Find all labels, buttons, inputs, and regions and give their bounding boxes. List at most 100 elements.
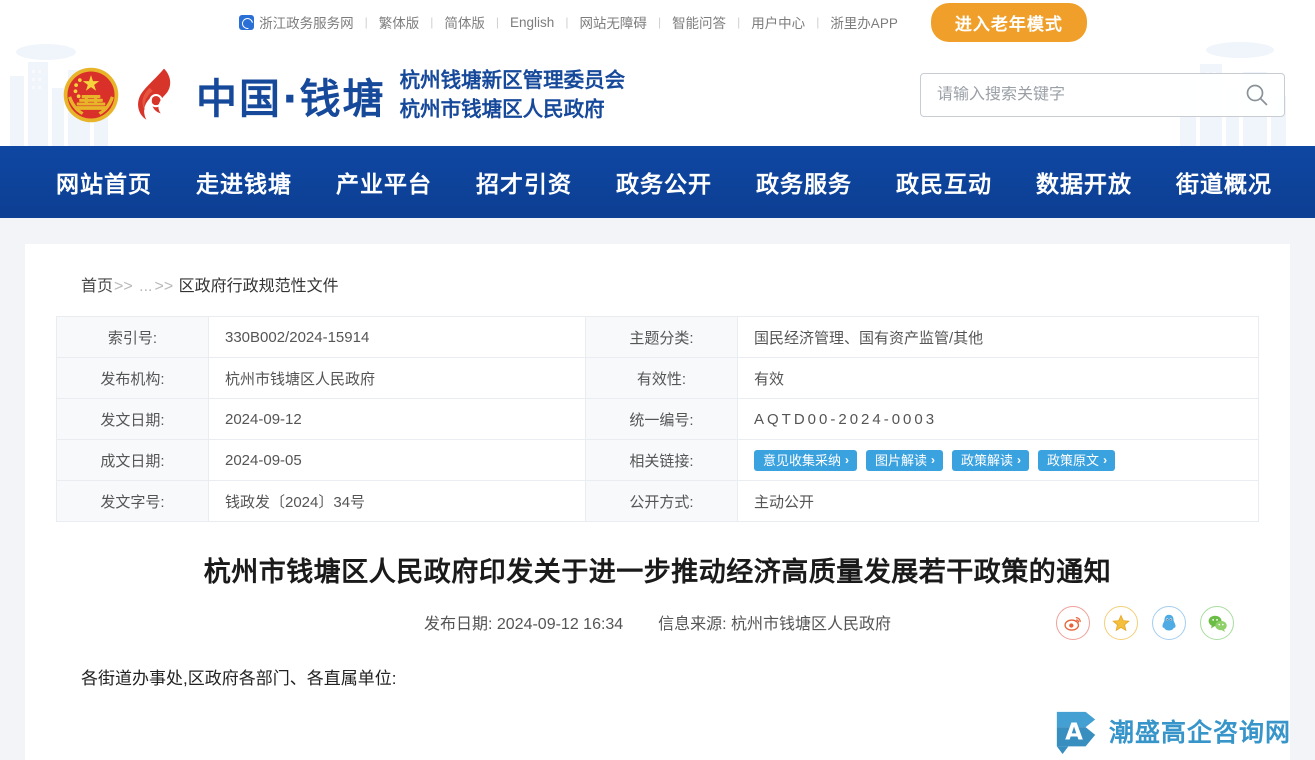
zhejiang-portal-label: 浙江政务服务网 (259, 16, 354, 31)
content-card: 首页>> ... >> 区政府行政规范性文件 索引号: 330B002/2024-… (25, 244, 1290, 760)
qiantang-flame-logo (138, 68, 171, 120)
badge-policy-original[interactable]: 政策原文 › (1038, 449, 1116, 471)
cell-label-issuing-agency: 发布机构: (56, 357, 209, 399)
nav-item-interaction[interactable]: 政民互动 (896, 159, 992, 205)
national-emblem-icon (63, 67, 119, 123)
article-body: 各街道办事处,区政府各部门、各直属单位: (25, 634, 1290, 696)
weibo-glyph (1064, 616, 1081, 631)
link-smart-qa[interactable]: 智能问答 (661, 12, 737, 32)
nav-item-gov-open[interactable]: 政务公开 (616, 159, 712, 205)
top-utility-bar: 浙江政务服务网 | 繁体版 | 简体版 | English | 网站无障碍 | … (0, 0, 1315, 44)
search-button[interactable] (1242, 82, 1272, 108)
breadcrumb-separator: >> (114, 278, 133, 295)
breadcrumb-separator: >> (154, 278, 174, 295)
favorite-star-icon[interactable] (1104, 606, 1138, 640)
document-info-table: 索引号: 330B002/2024-15914 主题分类: 国民经济管理、国有资… (56, 316, 1259, 522)
site-brand-title: 中国·钱塘 (196, 75, 386, 123)
cell-value-validity: 有效 (737, 357, 1259, 399)
link-simplified-chinese[interactable]: 简体版 (433, 12, 496, 32)
table-row: 发布机构: 杭州市钱塘区人民政府 有效性: 有效 (56, 357, 1259, 399)
link-english[interactable]: English (499, 15, 565, 30)
chevron-right-icon: › (845, 453, 850, 467)
page-root: 浙江政务服务网 | 繁体版 | 简体版 | English | 网站无障碍 | … (0, 0, 1315, 760)
share-icons (1056, 606, 1234, 640)
link-traditional-chinese[interactable]: 繁体版 (368, 12, 431, 32)
qq-icon[interactable] (1152, 606, 1186, 640)
badge-label: 意见收集采纳 (763, 452, 842, 468)
badge-label: 图片解读 (875, 452, 928, 468)
cell-value-unified-number: AQTD00-2024-0003 (737, 398, 1259, 440)
elder-mode-button[interactable]: 进入老年模式 (930, 2, 1087, 42)
cell-value-disclosure-method: 主动公开 (737, 480, 1259, 522)
chevron-right-icon: › (1017, 453, 1022, 467)
link-accessibility[interactable]: 网站无障碍 (568, 12, 658, 32)
badge-policy-interpretation[interactable]: 政策解读 › (952, 449, 1030, 471)
wechat-icon[interactable] (1200, 606, 1234, 640)
brand-sub-line-2: 杭州市钱塘区人民政府 (399, 98, 605, 121)
breadcrumb-home[interactable]: 首页 (81, 278, 113, 295)
cell-value-related-links: 意见收集采纳 › 图片解读 › 政策解读 › 政策原文 › (737, 439, 1259, 481)
table-row: 索引号: 330B002/2024-15914 主题分类: 国民经济管理、国有资… (56, 316, 1259, 358)
badge-image-interpretation[interactable]: 图片解读 › (866, 449, 944, 471)
wechat-glyph (1208, 615, 1227, 632)
link-zheliban-app[interactable]: 浙里办APP (819, 12, 909, 32)
page-body: 首页>> ... >> 区政府行政规范性文件 索引号: 330B002/2024-… (0, 218, 1315, 760)
search-icon (1246, 84, 1268, 106)
table-row: 成文日期: 2024-09-05 相关链接: 意见收集采纳 › 图片解读 › 政… (56, 439, 1259, 481)
cell-label-unified-number: 统一编号: (585, 398, 738, 440)
page-title: 杭州市钱塘区人民政府印发关于进一步推动经济高质量发展若干政策的通知 (203, 557, 1112, 587)
publish-date-label: 发布日期: (423, 616, 493, 633)
chevron-right-icon: › (1103, 453, 1108, 467)
zhejiang-portal-icon (239, 14, 255, 30)
badge-opinion-collection[interactable]: 意见收集采纳 › (754, 449, 858, 471)
link-zhejiang-portal[interactable]: 浙江政务服务网 (228, 12, 365, 32)
table-row: 发文日期: 2024-09-12 统一编号: AQTD00-2024-0003 (56, 398, 1259, 440)
weibo-icon[interactable] (1056, 606, 1090, 640)
breadcrumb-ellipsis[interactable]: ... (138, 278, 153, 295)
cell-label-issue-date: 发文日期: (56, 398, 209, 440)
cell-label-topic-category: 主题分类: (585, 316, 738, 358)
related-links-badges: 意见收集采纳 › 图片解读 › 政策解读 › 政策原文 › (754, 449, 1244, 471)
table-row: 发文字号: 钱政发〔2024〕34号 公开方式: 主动公开 (56, 480, 1259, 522)
source-label: 信息来源: (658, 616, 727, 633)
nav-item-about[interactable]: 走进钱塘 (196, 159, 292, 205)
search-input[interactable] (937, 86, 1242, 104)
qq-penguin-glyph (1162, 614, 1176, 631)
chevron-right-icon: › (931, 453, 936, 467)
cell-label-index-number: 索引号: (56, 316, 209, 358)
source-value: 杭州市钱塘区人民政府 (731, 616, 892, 633)
header-logo-row: 中国·钱塘 杭州钱塘新区管理委员会 杭州市钱塘区人民政府 (0, 44, 1315, 146)
nav-item-gov-service[interactable]: 政务服务 (756, 159, 852, 205)
cell-value-index-number: 330B002/2024-15914 (208, 316, 586, 358)
star-glyph (1112, 614, 1130, 632)
badge-label: 政策原文 (1047, 452, 1100, 468)
main-navigation: 网站首页 走进钱塘 产业平台 招才引资 政务公开 政务服务 政民互动 数据开放 … (0, 146, 1315, 218)
nav-item-talent[interactable]: 招才引资 (476, 159, 572, 205)
brand-sub-line-1: 杭州钱塘新区管理委员会 (399, 69, 626, 92)
cell-label-written-date: 成文日期: (56, 439, 209, 481)
nav-item-open-data[interactable]: 数据开放 (1036, 159, 1132, 205)
site-header: 浙江政务服务网 | 繁体版 | 简体版 | English | 网站无障碍 | … (0, 0, 1315, 146)
site-brand-subtitle: 杭州钱塘新区管理委员会 杭州市钱塘区人民政府 (400, 66, 626, 124)
cell-value-written-date: 2024-09-05 (208, 439, 586, 481)
cell-value-issue-date: 2024-09-12 (208, 398, 586, 440)
nav-item-industry[interactable]: 产业平台 (336, 159, 432, 205)
cell-value-issuing-agency: 杭州市钱塘区人民政府 (208, 357, 586, 399)
search-box[interactable] (920, 73, 1285, 117)
article-meta: 发布日期: 2024-09-12 16:34 信息来源: 杭州市钱塘区人民政府 (424, 610, 891, 634)
cell-label-validity: 有效性: (585, 357, 738, 399)
publish-date-value: 2024-09-12 16:34 (496, 616, 624, 633)
nav-item-home[interactable]: 网站首页 (56, 159, 152, 205)
link-user-center[interactable]: 用户中心 (740, 12, 816, 32)
breadcrumb: 首页>> ... >> 区政府行政规范性文件 (25, 244, 1290, 316)
breadcrumb-current: 区政府行政规范性文件 (178, 278, 339, 295)
cell-label-related-links: 相关链接: (585, 439, 738, 481)
cell-value-document-number: 钱政发〔2024〕34号 (208, 480, 586, 522)
article-paragraph: 各街道办事处,区政府各部门、各直属单位: (81, 669, 397, 688)
cell-value-topic-category: 国民经济管理、国有资产监管/其他 (737, 316, 1259, 358)
badge-label: 政策解读 (961, 452, 1014, 468)
cell-label-disclosure-method: 公开方式: (585, 480, 738, 522)
cell-label-document-number: 发文字号: (56, 480, 209, 522)
nav-item-streets[interactable]: 街道概况 (1176, 159, 1272, 205)
article-meta-row: 发布日期: 2024-09-12 16:34 信息来源: 杭州市钱塘区人民政府 (25, 592, 1290, 640)
